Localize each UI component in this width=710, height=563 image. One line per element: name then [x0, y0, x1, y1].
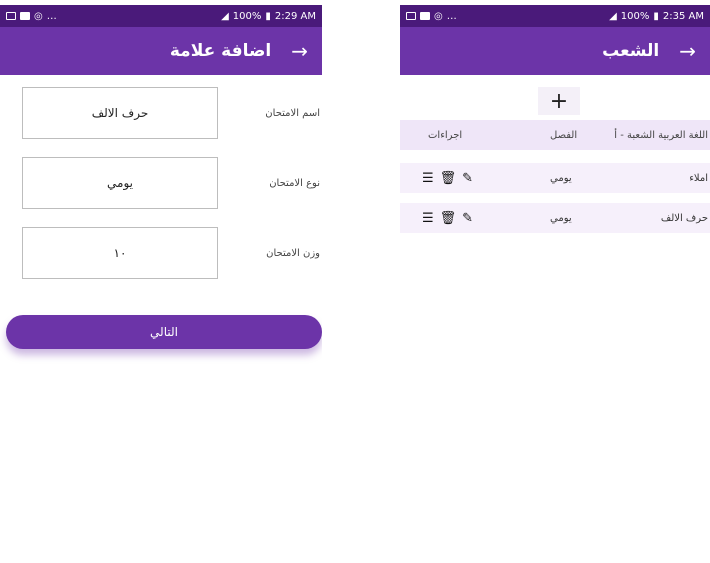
next-button[interactable]: التالي [6, 315, 322, 349]
row-term: يومي [550, 172, 572, 184]
header-term: الفصل [550, 129, 578, 141]
form-row-exam-type: يومي نوع الامتحان [0, 157, 322, 209]
signal-icon: ◢ [221, 10, 229, 22]
header-name: اللغة العربية الشعبة - أ [614, 129, 708, 141]
row-actions: ☰ 🗑 ✎ [422, 163, 473, 193]
sections-screen: ◎ … ◢ 100% ▮ 2:35 AM الشعب → + اللغة الع… [400, 5, 710, 560]
app-bar: الشعب → [400, 27, 710, 75]
page-title: اضافة علامة [169, 41, 272, 61]
table-header: اللغة العربية الشعبة - أ الفصل اجراءات [400, 120, 710, 150]
row-actions: ☰ 🗑 ✎ [422, 203, 473, 233]
folder-icon [20, 12, 30, 20]
battery-icon: ▮ [265, 10, 271, 22]
row-name: املاء [689, 172, 708, 184]
table-row: املاء يومي ☰ 🗑 ✎ [400, 163, 710, 193]
row-term: يومي [550, 212, 572, 224]
battery-percent: 100% [232, 10, 262, 22]
clock-time: 2:35 AM [662, 10, 704, 22]
status-bar: ◎ … ◢ 100% ▮ 2:35 AM [400, 5, 710, 27]
notification-icon [406, 12, 416, 20]
folder-icon [420, 12, 430, 20]
header-actions: اجراءات [428, 129, 463, 141]
add-mark-screen: ◎ … ◢ 100% ▮ 2:29 AM اضافة علامة → حرف ا… [0, 5, 322, 560]
list-icon[interactable]: ☰ [422, 211, 434, 226]
exam-type-input[interactable]: يومي [22, 157, 218, 209]
camera-icon: ◎ [434, 10, 443, 22]
notification-icon [6, 12, 16, 20]
add-button[interactable]: + [538, 87, 580, 115]
exam-name-input[interactable]: حرف الالف [22, 87, 218, 139]
more-dots-icon: … [446, 10, 457, 22]
table-row: حرف الالف يومي ☰ 🗑 ✎ [400, 203, 710, 233]
form-row-exam-name: حرف الالف اسم الامتحان [0, 87, 322, 139]
form-row-exam-weight: ١٠ وزن الامتحان [0, 227, 322, 279]
page-title: الشعب [602, 41, 660, 61]
exam-type-label: نوع الامتحان [269, 177, 320, 189]
app-bar: اضافة علامة → [0, 27, 322, 75]
battery-percent: 100% [620, 10, 650, 22]
list-icon[interactable]: ☰ [422, 171, 434, 186]
status-bar: ◎ … ◢ 100% ▮ 2:29 AM [0, 5, 322, 27]
camera-icon: ◎ [34, 10, 43, 22]
signal-icon: ◢ [609, 10, 617, 22]
row-name: حرف الالف [660, 212, 708, 224]
exam-weight-label: وزن الامتحان [266, 247, 320, 259]
exam-name-label: اسم الامتحان [265, 107, 320, 119]
edit-icon[interactable]: ✎ [462, 211, 473, 226]
arrow-right-icon[interactable]: → [679, 41, 696, 61]
clock-time: 2:29 AM [274, 10, 316, 22]
delete-icon[interactable]: 🗑 [440, 171, 457, 186]
exam-weight-input[interactable]: ١٠ [22, 227, 218, 279]
more-dots-icon: … [46, 10, 57, 22]
arrow-right-icon[interactable]: → [291, 41, 308, 61]
delete-icon[interactable]: 🗑 [440, 211, 457, 226]
edit-icon[interactable]: ✎ [462, 171, 473, 186]
battery-icon: ▮ [653, 10, 659, 22]
